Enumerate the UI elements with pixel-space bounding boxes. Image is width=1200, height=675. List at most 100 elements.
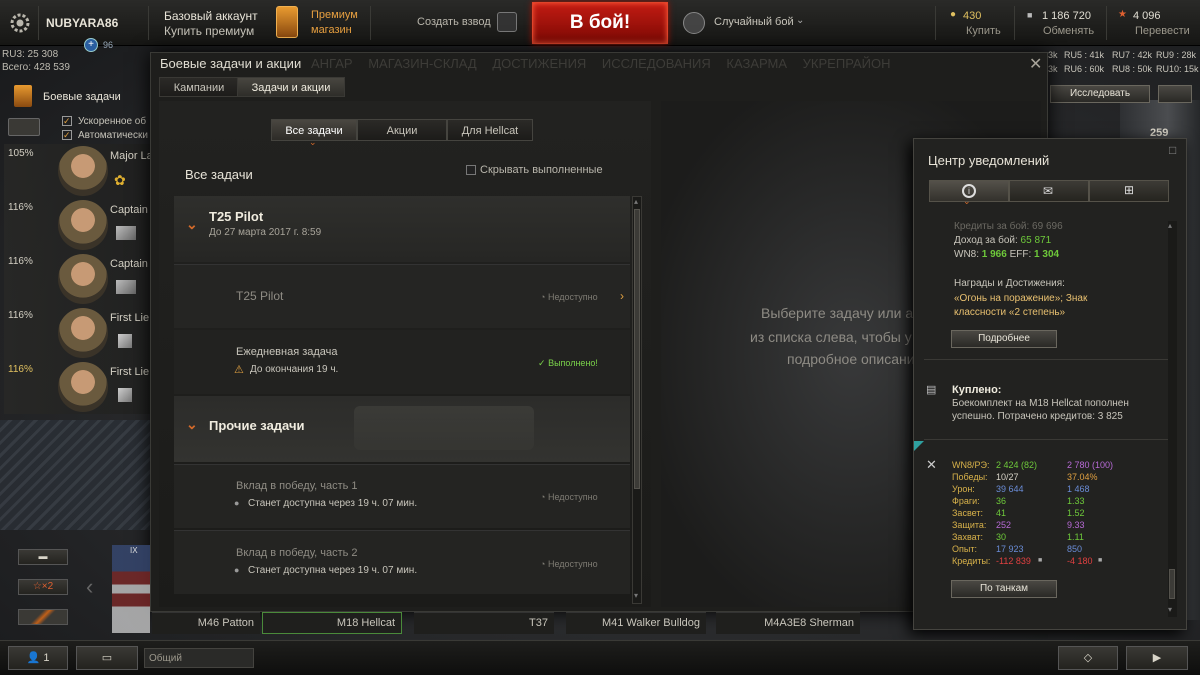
scroll-down-icon[interactable]: ▾ bbox=[1168, 605, 1172, 614]
battle-mode-icon[interactable] bbox=[683, 12, 705, 34]
carousel-left-icon[interactable]: ‹ bbox=[86, 574, 93, 600]
rent-filter-button[interactable] bbox=[18, 609, 68, 625]
details-button[interactable]: Подробнее bbox=[951, 330, 1057, 348]
awards-line-1: «Огонь на поражение»; Знак bbox=[954, 293, 1088, 304]
group-title: T25 Pilot bbox=[209, 209, 264, 224]
crew-member-radio[interactable]: 116% First Lie bbox=[4, 306, 152, 360]
active-tab-indicator-icon: ⌄ bbox=[963, 196, 971, 206]
menu-hangar[interactable]: АНГАР bbox=[311, 56, 353, 71]
crew-member-loader[interactable]: 116% First Lie bbox=[4, 360, 152, 414]
new-marker-icon bbox=[914, 441, 924, 451]
scroll-thumb[interactable] bbox=[1169, 569, 1175, 599]
wn8-label: WN8: bbox=[954, 249, 979, 260]
by-tanks-button[interactable]: По танкам bbox=[951, 580, 1057, 598]
tank-filter-button[interactable]: ▬ bbox=[18, 549, 68, 565]
stat-value-average: 2 780 (100) bbox=[1067, 460, 1114, 470]
tank-card-flag[interactable] bbox=[112, 545, 150, 633]
gift-icon: ⊞ bbox=[1124, 183, 1135, 197]
mission-row-t25-pilot[interactable]: T25 Pilot ◔ Недоступно › bbox=[174, 264, 630, 328]
hide-completed-checkbox[interactable] bbox=[466, 165, 476, 175]
mission-status: ◔ Недоступно bbox=[540, 559, 598, 569]
awards-line-2: классности «2 степень» bbox=[954, 307, 1066, 318]
crew-toggle-button[interactable] bbox=[8, 118, 40, 136]
convert-xp-link[interactable]: Перевести bbox=[1135, 25, 1190, 37]
tab-gifts[interactable]: ⊞ bbox=[1089, 180, 1169, 202]
battle-button[interactable]: В бой! bbox=[532, 2, 668, 44]
friends-icon: 👤 bbox=[26, 652, 41, 664]
notification-scrollbar[interactable]: ▴ ▾ bbox=[1168, 221, 1177, 617]
tank-slot-m18-hellcat[interactable]: M18 Hellcat bbox=[262, 612, 402, 634]
menu-research[interactable]: ИССЛЕДОВАНИЯ bbox=[602, 56, 711, 71]
premium-shop-label-2[interactable]: магазин bbox=[311, 24, 352, 36]
filter-for-tank[interactable]: Для Hellcat bbox=[447, 119, 533, 141]
scroll-up-icon[interactable]: ▴ bbox=[634, 197, 638, 206]
menu-shop[interactable]: МАГАЗИН-СКЛАД bbox=[368, 56, 477, 71]
list-scrollbar[interactable]: ▴ ▾ bbox=[632, 196, 642, 604]
tank-slot-m46-patton[interactable]: M46 Patton bbox=[152, 612, 260, 634]
menu-stronghold[interactable]: УКРЕПРАЙОН bbox=[803, 56, 891, 71]
exchange-link[interactable]: Обменять bbox=[1043, 25, 1094, 37]
option-accelerated-checkbox[interactable]: ✓ bbox=[62, 116, 72, 126]
mission-status-text: Недоступно bbox=[547, 292, 598, 302]
mission-group-other[interactable]: ⌄ Прочие задачи bbox=[174, 396, 630, 462]
close-icon[interactable]: ✕ bbox=[1029, 54, 1042, 74]
tab-missions-and-offers[interactable]: Задачи и акции bbox=[237, 77, 345, 97]
garage-floor bbox=[0, 420, 160, 530]
stat-label: Кредиты: bbox=[952, 556, 991, 566]
battle-mode-select[interactable]: Случайный бой bbox=[714, 16, 794, 28]
tank-slot-m41-walker-bulldog[interactable]: M41 Walker Bulldog bbox=[566, 612, 706, 634]
mission-row-contribution-2[interactable]: Вклад в победу, часть 2 ● Станет доступн… bbox=[174, 530, 630, 594]
scroll-down-icon[interactable]: ▾ bbox=[634, 591, 638, 600]
crew-member-driver[interactable]: 116% Captain bbox=[4, 252, 152, 306]
close-icon[interactable]: □ bbox=[1169, 143, 1176, 157]
server-ru5: RU5 : 41k bbox=[1064, 50, 1105, 60]
lock-icon: ◔ bbox=[540, 292, 546, 302]
premium-shop-label-1[interactable]: Премиум bbox=[311, 9, 358, 21]
tank-options-button[interactable] bbox=[1158, 85, 1192, 103]
stat-value-average: 9.33 bbox=[1067, 520, 1085, 530]
tank-icon: ▬ bbox=[38, 551, 48, 561]
tank-slot-t37[interactable]: T37 bbox=[414, 612, 554, 634]
clan-badge-count: 96 bbox=[103, 40, 114, 50]
crew-member-gunner[interactable]: 116% Captain bbox=[4, 198, 152, 252]
scroll-up-icon[interactable]: ▴ bbox=[1168, 221, 1172, 230]
tab-invites[interactable]: ✉ bbox=[1009, 180, 1089, 202]
mission-row-contribution-1[interactable]: Вклад в победу, часть 1 ● Станет доступн… bbox=[174, 464, 630, 528]
research-button[interactable]: Исследовать bbox=[1050, 85, 1150, 103]
missions-side-button[interactable]: Боевые задачи bbox=[8, 84, 150, 110]
platoon-icon[interactable] bbox=[497, 12, 517, 32]
premium-shop-icon[interactable] bbox=[276, 6, 298, 38]
modal-title: Боевые задачи и акции bbox=[160, 56, 302, 71]
chat-channel-input[interactable]: Общий bbox=[144, 648, 254, 668]
chevron-down-icon[interactable]: ⌄ bbox=[796, 15, 804, 26]
buy-gold-link[interactable]: Купить bbox=[966, 25, 1001, 37]
stat-label: Победы: bbox=[952, 472, 988, 482]
menu-barracks[interactable]: КАЗАРМА bbox=[726, 56, 787, 71]
xp-bonus-filter-button[interactable]: ☆×2 bbox=[18, 579, 68, 595]
tab-campaigns[interactable]: Кампании bbox=[159, 77, 239, 97]
chat-button[interactable]: ▭ bbox=[76, 646, 138, 670]
settings-icon[interactable] bbox=[8, 11, 32, 35]
stat-value-total: -112 839 bbox=[996, 556, 1031, 566]
mission-row-daily[interactable]: Ежедневная задача ⚠ До окончания 19 ч. ✓… bbox=[174, 330, 630, 394]
clan-icon[interactable]: + bbox=[84, 38, 98, 52]
scroll-thumb[interactable] bbox=[634, 209, 640, 489]
mission-group-t25-pilot[interactable]: ⌄ T25 Pilot До 27 марта 2017 г. 8:59 bbox=[174, 196, 630, 262]
purchase-line-2: успешно. Потрачено кредитов: 3 825 bbox=[952, 411, 1123, 422]
tank-slot-m4a3e8-sherman[interactable]: M4A3E8 Sherman bbox=[716, 612, 860, 634]
stat-value-average: 850 bbox=[1067, 544, 1083, 554]
buy-premium-link[interactable]: Купить премиум bbox=[164, 24, 254, 38]
service-channel-button[interactable]: ▶ bbox=[1126, 646, 1188, 670]
active-tab-indicator-icon: ⌄ bbox=[309, 137, 317, 147]
player-name[interactable]: NUBYARA86 bbox=[46, 16, 118, 30]
credits-amount: 1 186 720 bbox=[1042, 10, 1091, 22]
create-platoon-button[interactable]: Создать взвод bbox=[417, 16, 491, 28]
menu-achievements[interactable]: ДОСТИЖЕНИЯ bbox=[492, 56, 586, 71]
option-auto-checkbox[interactable]: ✓ bbox=[62, 130, 72, 140]
filter-offers[interactable]: Акции bbox=[357, 119, 447, 141]
crew-member-commander[interactable]: 105% Major La ✿ bbox=[4, 144, 153, 198]
friends-button[interactable]: 👤 1 bbox=[8, 646, 68, 670]
stat-value-average: -4 180 bbox=[1067, 556, 1093, 566]
diamond-icon: ◇ bbox=[1083, 652, 1093, 664]
notifications-toggle-button[interactable]: ◇ bbox=[1058, 646, 1118, 670]
